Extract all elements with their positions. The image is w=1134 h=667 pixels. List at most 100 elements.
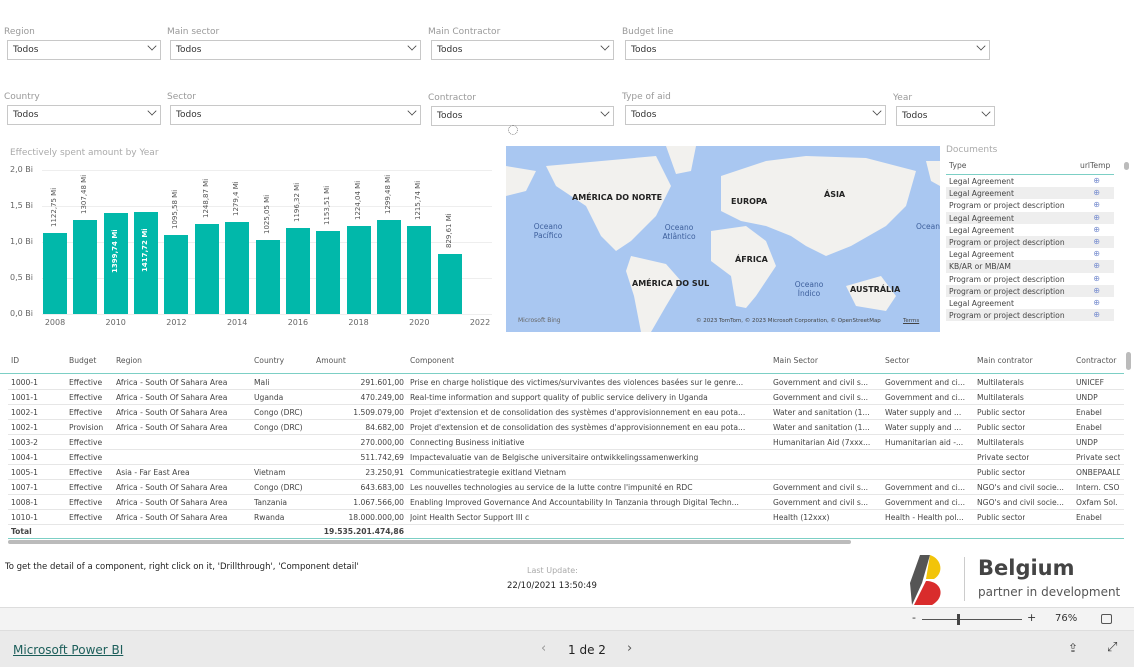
- table-cell: 270.000,00: [360, 438, 404, 447]
- filter-dropdown[interactable]: Todos: [170, 105, 421, 125]
- column-header[interactable]: Main Sector: [773, 356, 818, 365]
- filter-dropdown[interactable]: Todos: [896, 106, 995, 126]
- link-icon[interactable]: ⊕: [1093, 225, 1100, 234]
- table-row[interactable]: 1002-1 Effective Africa - South Of Sahara …: [8, 405, 1124, 420]
- table-row[interactable]: 1004-1 Effective 511.742,69 Impactevaluatie…: [8, 450, 1124, 465]
- bar-2012[interactable]: [164, 235, 189, 314]
- filter-dropdown[interactable]: Todos: [431, 106, 614, 126]
- chevron-down-icon: [600, 41, 610, 51]
- table-row[interactable]: 1010-1 Effective Africa - South Of Sahara …: [8, 510, 1124, 525]
- table-cell: 84.682,00: [365, 423, 404, 432]
- vertical-scrollbar[interactable]: [1126, 352, 1131, 370]
- bar-2014[interactable]: [225, 221, 250, 314]
- map[interactable]: AMÉRICA DO NORTE EUROPA ÁSIA ÁFRICA AMÉR…: [506, 146, 940, 332]
- data-label: 829,61 Mi: [444, 213, 453, 249]
- bar-2015[interactable]: [255, 240, 280, 314]
- table-row[interactable]: 1002-1 Provision Africa - South Of Sahara …: [8, 420, 1124, 435]
- filter-dropdown[interactable]: Todos: [625, 105, 886, 125]
- chevron-down-icon: [407, 106, 417, 116]
- bar-2019[interactable]: [376, 220, 401, 314]
- table-row[interactable]: 1007-1 Effective Africa - South Of Sahara …: [8, 480, 1124, 495]
- column-header[interactable]: Region: [116, 356, 142, 365]
- bar-2016[interactable]: [285, 227, 310, 314]
- power-bi-link[interactable]: Microsoft Power BI: [13, 643, 123, 657]
- link-icon[interactable]: ⊕: [1093, 200, 1100, 209]
- bar-2017[interactable]: [316, 230, 341, 314]
- link-icon[interactable]: ⊕: [1093, 188, 1100, 197]
- link-icon[interactable]: ⊕: [1093, 176, 1100, 185]
- map-label: ÁSIA: [824, 190, 846, 199]
- fit-to-page-icon[interactable]: [1101, 614, 1112, 624]
- col-type[interactable]: Type: [949, 161, 966, 170]
- chevron-down-icon: [981, 107, 991, 117]
- table-cell: Prise en charge holistique des victimes/…: [410, 378, 744, 387]
- filter-dropdown[interactable]: Todos: [7, 40, 161, 60]
- filter-dropdown[interactable]: Todos: [7, 105, 161, 125]
- document-row[interactable]: Legal Agreement ⊕: [946, 248, 1114, 260]
- zoom-out-button[interactable]: -: [912, 611, 916, 624]
- link-icon[interactable]: ⊕: [1093, 310, 1100, 319]
- table-row[interactable]: 1005-1 Effective Asia - Far East Area Vietn…: [8, 465, 1124, 480]
- table-cell: Communicatiestrategie exitland Vietnam: [410, 468, 567, 477]
- document-row[interactable]: Legal Agreement ⊕: [946, 224, 1114, 236]
- map-terms-link[interactable]: Terms: [903, 318, 919, 324]
- document-row[interactable]: Program or project description ⊕: [946, 284, 1114, 297]
- filter-label: Region: [4, 27, 35, 37]
- column-header[interactable]: Main contrator: [977, 356, 1033, 365]
- bar-2008[interactable]: [43, 233, 67, 314]
- data-label: 1215,74 Mi: [414, 181, 423, 221]
- link-icon[interactable]: ⊕: [1093, 286, 1100, 295]
- bar-2018[interactable]: [346, 225, 371, 314]
- table-row[interactable]: 1000-1 Effective Africa - South Of Sahara …: [8, 375, 1124, 390]
- table-row[interactable]: 1003-2 Effective 270.000,00 Connecting Busi…: [8, 435, 1124, 450]
- zoom-slider-thumb[interactable]: [957, 614, 960, 625]
- column-header[interactable]: Sector: [885, 356, 909, 365]
- document-row[interactable]: Legal Agreement ⊕: [946, 297, 1114, 309]
- column-header[interactable]: ID: [11, 356, 19, 365]
- chevron-down-icon: [407, 41, 417, 51]
- link-icon[interactable]: ⊕: [1093, 213, 1100, 222]
- bottom-bar: Microsoft Power BI ‹ 1 de 2 › ⇪ ⤢: [0, 631, 1134, 667]
- document-row[interactable]: Legal Agreement ⊕: [946, 187, 1114, 200]
- zoom-in-button[interactable]: +: [1027, 611, 1036, 624]
- column-header[interactable]: Amount: [316, 356, 346, 365]
- table-cell: Government and civil s...: [773, 498, 869, 507]
- table-cell: Connecting Business initiative: [410, 438, 525, 447]
- document-row[interactable]: KB/AR or MB/AM ⊕: [946, 260, 1114, 273]
- horizontal-scrollbar[interactable]: [8, 540, 851, 544]
- fullscreen-icon[interactable]: ⤢: [1107, 640, 1117, 655]
- prev-page-button[interactable]: ‹: [541, 641, 546, 656]
- column-header[interactable]: Contractor: [1076, 356, 1116, 365]
- bar-2021[interactable]: [437, 254, 462, 314]
- link-icon[interactable]: ⊕: [1093, 261, 1100, 270]
- y-tick-label: 2,0 Bi: [10, 165, 33, 174]
- document-row[interactable]: Legal Agreement ⊕: [946, 211, 1114, 224]
- link-icon[interactable]: ⊕: [1093, 237, 1100, 246]
- table-row[interactable]: 1008-1 Effective Africa - South Of Sahara …: [8, 495, 1124, 510]
- document-row[interactable]: Program or project description ⊕: [946, 273, 1114, 285]
- link-icon[interactable]: ⊕: [1093, 249, 1100, 258]
- filter-dropdown[interactable]: Todos: [431, 40, 614, 60]
- documents-scrollbar[interactable]: [1124, 162, 1129, 170]
- column-header[interactable]: Country: [254, 356, 284, 365]
- column-header[interactable]: Component: [410, 356, 454, 365]
- table-row[interactable]: 1001-1 Effective Africa - South Of Sahara …: [8, 390, 1124, 405]
- document-row[interactable]: Program or project description ⊕: [946, 309, 1114, 322]
- document-row[interactable]: Legal Agreement ⊕: [946, 175, 1114, 187]
- link-icon[interactable]: ⊕: [1093, 298, 1100, 307]
- filter-dropdown[interactable]: Todos: [625, 40, 990, 60]
- zoom-slider[interactable]: [922, 619, 1022, 620]
- share-icon[interactable]: ⇪: [1068, 641, 1078, 655]
- filter-dropdown[interactable]: Todos: [170, 40, 421, 60]
- col-urltemp[interactable]: urlTemp: [1080, 161, 1110, 170]
- bar-2009[interactable]: [73, 219, 98, 314]
- document-row[interactable]: Program or project description ⊕: [946, 235, 1114, 249]
- column-header[interactable]: Budget: [69, 356, 96, 365]
- bar-2020[interactable]: [407, 226, 432, 314]
- x-tick-label: 2022: [469, 318, 491, 327]
- document-row[interactable]: Program or project description ⊕: [946, 199, 1114, 211]
- bar-2013[interactable]: [194, 224, 219, 314]
- x-tick-label: 2014: [226, 318, 248, 327]
- next-page-button[interactable]: ›: [627, 641, 632, 656]
- link-icon[interactable]: ⊕: [1093, 274, 1100, 283]
